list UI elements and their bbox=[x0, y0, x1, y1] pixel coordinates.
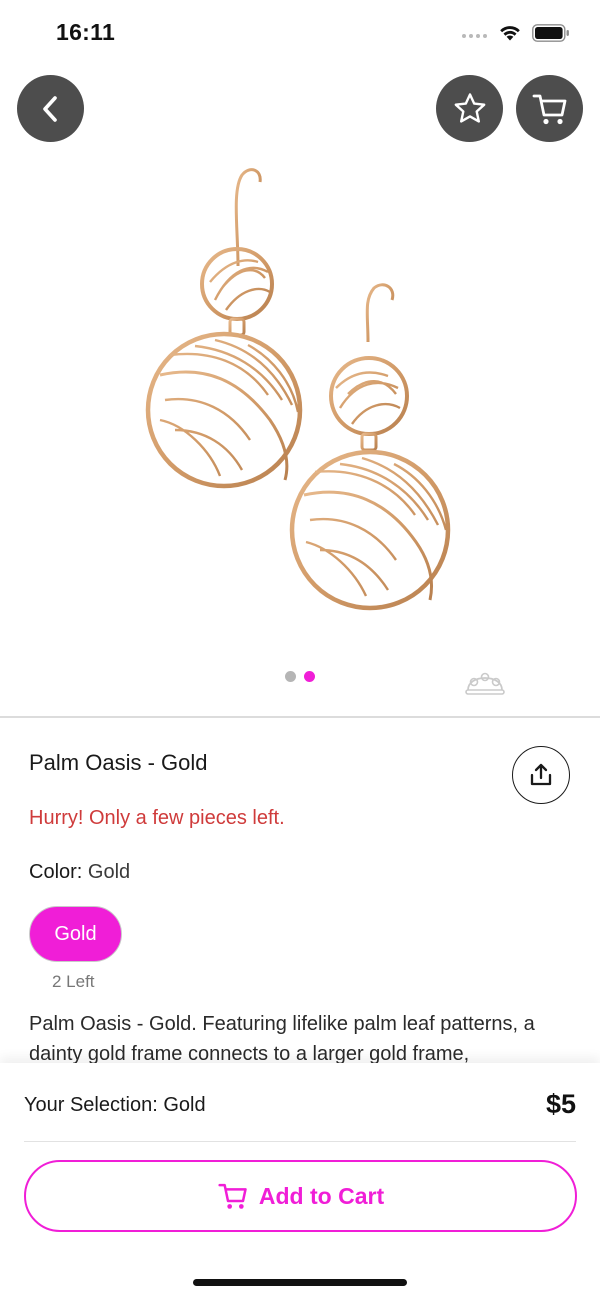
color-option-gold[interactable]: Gold bbox=[29, 906, 122, 962]
stock-warning: Hurry! Only a few pieces left. bbox=[29, 807, 285, 829]
bottom-divider bbox=[24, 1141, 576, 1142]
cart-icon bbox=[532, 94, 566, 124]
back-button[interactable] bbox=[17, 75, 84, 142]
add-to-cart-button[interactable]: Add to Cart bbox=[24, 1160, 577, 1232]
price: $5 bbox=[545, 1089, 576, 1119]
color-label: Color: bbox=[29, 861, 88, 883]
battery-icon bbox=[532, 24, 569, 42]
cart-button[interactable] bbox=[516, 75, 583, 142]
product-title: Palm Oasis - Gold bbox=[29, 750, 208, 775]
color-option-stock: 2 Left bbox=[52, 972, 95, 991]
product-image[interactable] bbox=[0, 150, 600, 660]
product-description: Palm Oasis - Gold. Featuring lifelike pa… bbox=[29, 1013, 535, 1065]
home-indicator[interactable] bbox=[193, 1279, 407, 1286]
wifi-icon bbox=[500, 26, 520, 41]
selection-summary: Your Selection: Gold bbox=[24, 1094, 206, 1116]
color-selection-label: Color: Gold bbox=[29, 861, 130, 884]
cart-icon bbox=[218, 1183, 247, 1209]
share-button[interactable] bbox=[512, 746, 570, 804]
carousel-dot[interactable] bbox=[285, 671, 296, 682]
favorite-button[interactable] bbox=[436, 75, 503, 142]
brand-logo bbox=[465, 672, 505, 695]
bottom-action-bar: Your Selection: Gold $5 Add to Cart bbox=[0, 1063, 600, 1299]
status-bar: 16:11 bbox=[0, 0, 600, 64]
color-value: Gold bbox=[87, 861, 131, 883]
share-icon bbox=[530, 763, 552, 786]
image-carousel-indicator bbox=[285, 671, 315, 682]
cellular-signal-icon bbox=[462, 34, 487, 38]
star-icon bbox=[454, 92, 485, 123]
section-divider bbox=[0, 716, 600, 718]
add-to-cart-label: Add to Cart bbox=[258, 1182, 385, 1209]
status-time: 16:11 bbox=[56, 19, 116, 45]
carousel-dot-active[interactable] bbox=[304, 671, 315, 682]
product-detail-screen: 16:11 Palm Oasis - Gold Hurry! Only a fe… bbox=[0, 0, 600, 1299]
chevron-left-icon bbox=[42, 95, 57, 122]
